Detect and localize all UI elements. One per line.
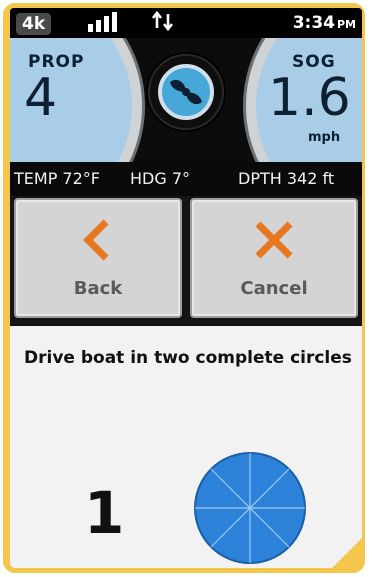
sog-value: 1.6 xyxy=(268,68,351,128)
instruction-text: Drive boat in two complete circles xyxy=(24,348,352,368)
cancel-button[interactable]: Cancel xyxy=(190,198,358,318)
clock-time: 3:34 xyxy=(292,13,335,33)
prop-value: 4 xyxy=(24,68,58,128)
telemetry-bar: TEMP 72°F HDG 7° DPTH 342 ft xyxy=(10,162,362,196)
panel-corner-accent xyxy=(332,538,362,568)
gauges-area: PROP 4 SOG 1.6 mph xyxy=(10,38,362,162)
close-x-icon xyxy=(255,221,293,259)
temperature-readout: TEMP 72°F xyxy=(14,169,100,188)
propeller-button[interactable] xyxy=(148,54,224,130)
instruction-panel: Drive boat in two complete circles 1 xyxy=(10,326,362,568)
depth-readout: DPTH 342 ft xyxy=(238,169,335,188)
circle-count: 1 xyxy=(84,479,125,547)
cancel-button-label: Cancel xyxy=(240,278,308,299)
status-bar: 4k 3:34 PM xyxy=(10,8,362,38)
circle-progress-icon xyxy=(194,452,306,564)
signal-bars-icon xyxy=(88,12,117,32)
network-badge: 4k xyxy=(16,13,52,35)
sog-unit: mph xyxy=(308,130,341,145)
clock-ampm: PM xyxy=(336,18,356,31)
chevron-left-icon xyxy=(83,219,109,261)
back-button-label: Back xyxy=(73,278,123,299)
device-screen: 4k 3:34 PM PROP 4 SOG 1.6 mph TEMP 72°F … xyxy=(10,8,362,568)
heading-readout: HDG 7° xyxy=(130,169,191,188)
clock: 3:34 PM xyxy=(293,13,356,33)
data-transfer-arrows-icon xyxy=(151,10,174,32)
navigation-buttons: Back Cancel xyxy=(10,196,362,324)
back-button[interactable]: Back xyxy=(14,198,182,318)
propeller-icon xyxy=(158,64,214,120)
